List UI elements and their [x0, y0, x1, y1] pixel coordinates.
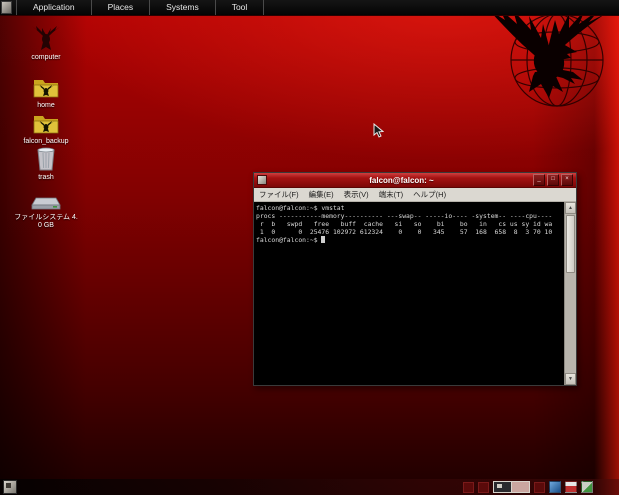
terminal-window-icon	[257, 175, 267, 185]
terminal-prompt-line: falcon@falcon:~$	[256, 236, 562, 244]
terminal-menubar: ファイル(F) 編集(E) 表示(V) 端末(T) ヘルプ(H)	[254, 188, 576, 202]
tray-network-icon[interactable]	[549, 481, 561, 493]
menubar-corner-icon[interactable]	[1, 1, 12, 14]
terminal-window-title: falcon@falcon: ~	[270, 176, 533, 185]
desktop-icon-trash[interactable]: trash	[10, 146, 82, 182]
show-desktop-icon[interactable]	[3, 480, 17, 494]
terminal-line: falcon@falcon:~$ vmstat	[256, 204, 562, 212]
minimize-button[interactable]: _	[533, 174, 545, 186]
terminal-line: procs -----------memory---------- ---swa…	[256, 212, 562, 220]
maximize-button[interactable]: □	[547, 174, 559, 186]
tray-update-icon[interactable]	[565, 481, 577, 493]
terminal-menu-help[interactable]: ヘルプ(H)	[408, 189, 451, 200]
terminal-menu-terminal[interactable]: 端末(T)	[374, 189, 409, 200]
disk-drive-icon	[31, 196, 61, 212]
terminal-line: r b swpd free buff cache si so bi bo in …	[256, 220, 562, 228]
tray-applet-icon-2[interactable]	[478, 482, 489, 493]
menu-places[interactable]: Places	[91, 0, 150, 15]
desktop-icon-computer[interactable]: computer	[10, 26, 82, 62]
terminal-scrollbar[interactable]: ▲ ▼	[564, 202, 576, 385]
desktop-icon-label: ファイルシステム 4.	[10, 214, 82, 222]
desktop-icon-label: trash	[10, 174, 82, 182]
desktop-icon-falcon-backup[interactable]: falcon_backup	[10, 112, 82, 146]
tray-applet-icon-3[interactable]	[534, 482, 545, 493]
computer-eagle-icon	[31, 26, 61, 52]
scroll-up-button[interactable]: ▲	[565, 202, 576, 214]
terminal-screen[interactable]: falcon@falcon:~$ vmstat procs ----------…	[254, 202, 564, 385]
desktop-icon-label: home	[10, 102, 82, 110]
menu-tool[interactable]: Tool	[215, 0, 265, 15]
bottom-taskbar	[0, 479, 619, 495]
desktop-icon-label-line2: 0 GB	[10, 222, 82, 230]
trash-icon	[35, 146, 57, 172]
scrollbar-thumb[interactable]	[566, 215, 575, 273]
falcon-globe-logo	[479, 6, 619, 110]
tray-applet-icon[interactable]	[463, 482, 474, 493]
tray-volume-icon[interactable]	[581, 481, 593, 493]
workspace-1[interactable]	[494, 482, 512, 492]
desktop-icon-label: falcon_backup	[10, 138, 82, 146]
scrollbar-track[interactable]	[565, 274, 576, 373]
home-folder-icon	[32, 76, 60, 100]
desktop-icon-label: computer	[10, 54, 82, 62]
backup-folder-icon	[32, 112, 60, 136]
menu-systems[interactable]: Systems	[149, 0, 215, 15]
terminal-line: 1 0 0 25476 102972 612324 0 0 345 57 168…	[256, 228, 562, 236]
workspace-2[interactable]	[512, 482, 529, 492]
terminal-menu-file[interactable]: ファイル(F)	[254, 189, 304, 200]
desktop-icon-home[interactable]: home	[10, 76, 82, 110]
terminal-window: falcon@falcon: ~ _ □ × ファイル(F) 編集(E) 表示(…	[253, 172, 577, 386]
desktop-icon-filesystem[interactable]: ファイルシステム 4. 0 GB	[10, 196, 82, 230]
close-button[interactable]: ×	[561, 174, 573, 186]
system-tray	[463, 481, 593, 493]
terminal-titlebar[interactable]: falcon@falcon: ~ _ □ ×	[254, 173, 576, 188]
mouse-cursor	[373, 123, 384, 139]
terminal-menu-view[interactable]: 表示(V)	[339, 189, 374, 200]
menu-application[interactable]: Application	[16, 0, 91, 15]
terminal-menu-edit[interactable]: 編集(E)	[304, 189, 339, 200]
terminal-cursor	[321, 236, 325, 243]
workspace-switcher[interactable]	[493, 481, 530, 493]
scroll-down-button[interactable]: ▼	[565, 373, 576, 385]
top-menubar: Application Places Systems Tool	[0, 0, 619, 16]
desktop-background: Application Places Systems Tool computer	[0, 0, 619, 495]
